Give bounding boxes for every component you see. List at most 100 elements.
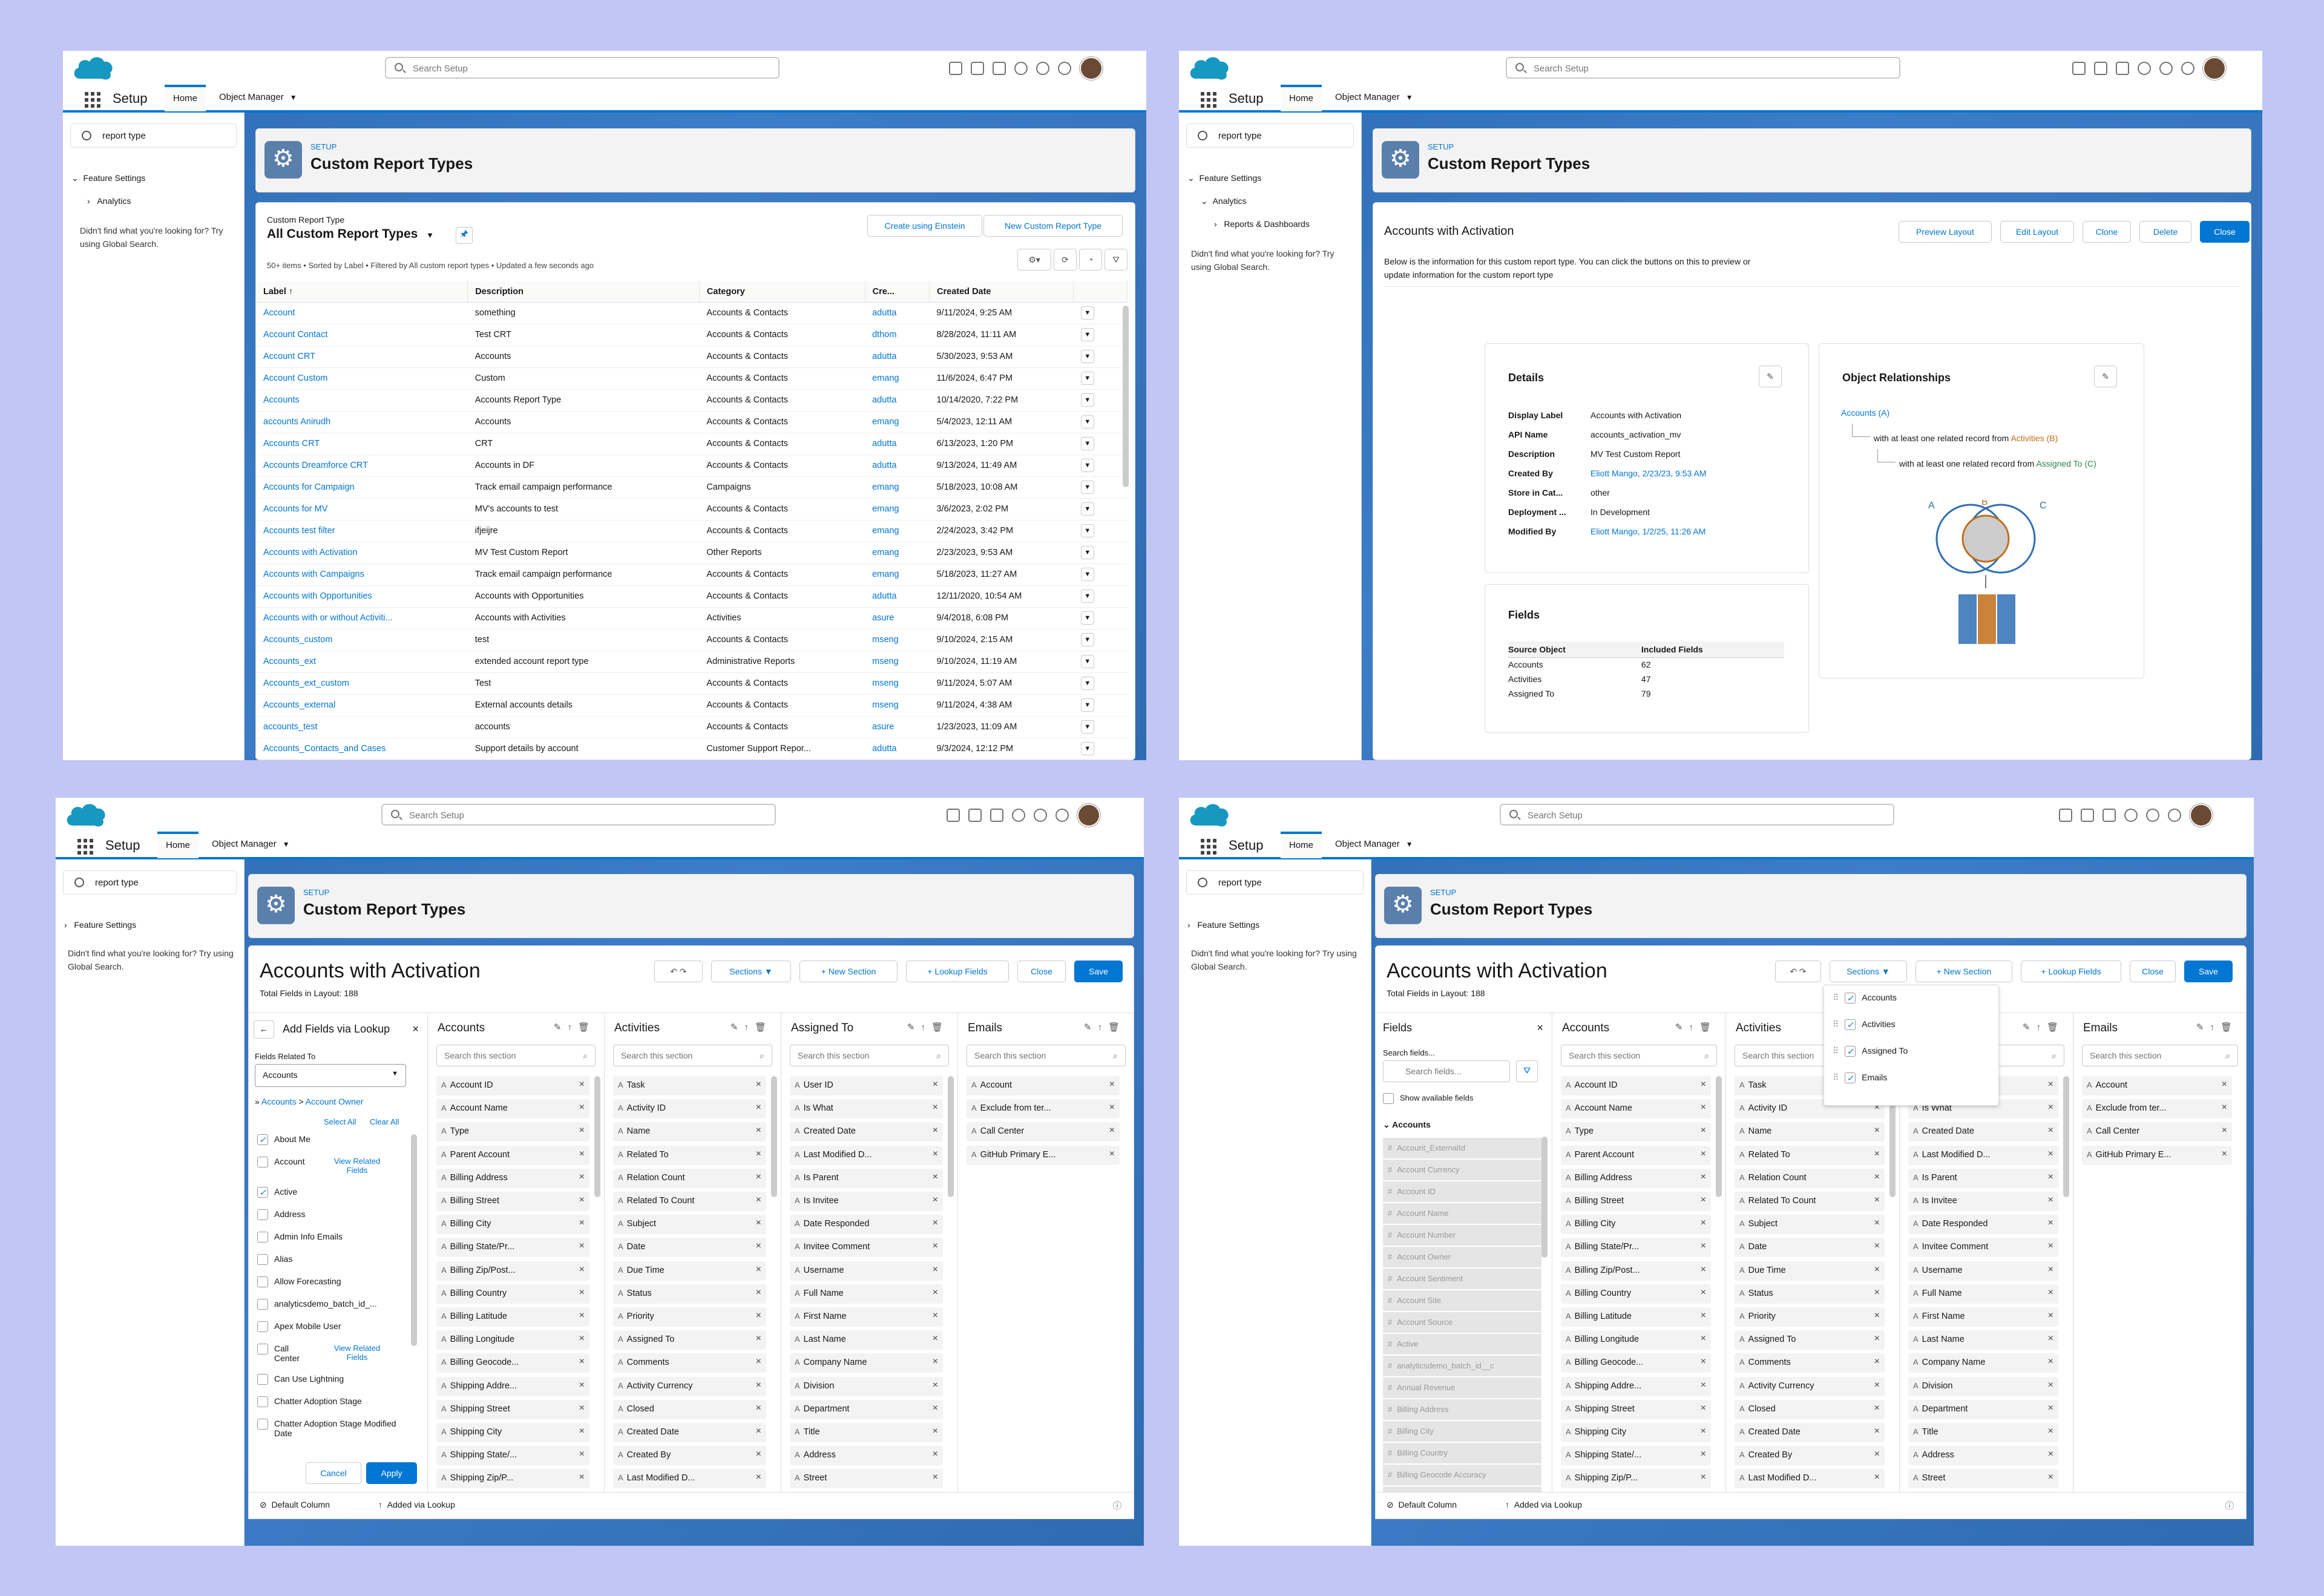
apply-button[interactable]: Apply <box>366 1462 417 1484</box>
remove-icon[interactable]: × <box>933 1102 938 1113</box>
table-cell[interactable]: adutta <box>865 455 930 477</box>
lookup-field-item[interactable]: Admin Info Emails <box>257 1232 409 1254</box>
palette-item[interactable]: # Account_ExternalId <box>1383 1138 1541 1158</box>
field-item[interactable]: A Priority × <box>613 1307 766 1327</box>
field-item[interactable]: A Is Parent × <box>790 1168 943 1188</box>
field-item[interactable]: A Created By × <box>1735 1446 1885 1466</box>
favorites-icon[interactable] <box>949 62 962 75</box>
table-cell[interactable]: emang <box>865 563 930 586</box>
section-actions-icon[interactable]: ✎↑🗑 <box>1675 1022 1717 1033</box>
field-item[interactable]: A Last Name × <box>790 1330 943 1350</box>
global-search[interactable]: Search Setup <box>385 57 780 79</box>
field-item[interactable]: A Account Name × <box>1561 1099 1711 1119</box>
field-item[interactable]: A Billing Address × <box>1561 1168 1711 1188</box>
checkbox[interactable] <box>1845 1046 1856 1057</box>
list-settings-icon[interactable]: ⚙▾ <box>1017 249 1051 271</box>
remove-icon[interactable]: × <box>579 1403 585 1414</box>
table-cell[interactable]: emang <box>865 498 930 521</box>
remove-icon[interactable]: × <box>2048 1403 2053 1414</box>
section-actions-icon[interactable]: ✎↑🗑 <box>730 1022 772 1033</box>
field-item[interactable]: A Relation Count × <box>613 1168 766 1188</box>
add-icon[interactable] <box>971 62 984 75</box>
field-item[interactable]: A First Name × <box>1908 1307 2058 1327</box>
field-item[interactable]: A Call Center × <box>967 1122 1120 1142</box>
row-menu-icon[interactable]: ▼ <box>1080 568 1094 581</box>
remove-icon[interactable]: × <box>1701 1287 1706 1298</box>
field-item[interactable]: A Date Responded × <box>1908 1215 2058 1235</box>
field-item[interactable]: A Billing City × <box>436 1215 589 1235</box>
field-item[interactable]: A Billing Longitude × <box>436 1330 589 1350</box>
field-item[interactable]: A Billing State/Pr... × <box>1561 1238 1711 1258</box>
row-menu-icon[interactable]: ▼ <box>1080 742 1094 755</box>
remove-icon[interactable]: × <box>1874 1310 1880 1321</box>
remove-icon[interactable]: × <box>933 1380 938 1391</box>
relationship-b-link[interactable]: Activities (B) <box>2011 433 2058 443</box>
tab-object-manager[interactable]: Object Manager ▼ <box>1327 832 1422 858</box>
view-related-link[interactable]: View Related Fields <box>324 1344 390 1362</box>
remove-icon[interactable]: × <box>579 1195 585 1206</box>
delete-button[interactable]: Delete <box>2139 221 2191 243</box>
tab-home[interactable]: Home <box>1281 832 1322 858</box>
quick-find-input[interactable]: report type <box>1186 870 1364 895</box>
preview-layout-button[interactable]: Preview Layout <box>1899 221 1992 243</box>
table-cell[interactable]: mseng <box>865 629 930 651</box>
row-menu-icon[interactable]: ▼ <box>1080 720 1094 734</box>
remove-icon[interactable]: × <box>579 1472 585 1483</box>
row-menu-icon[interactable]: ▼ <box>1080 350 1094 363</box>
section-search-input[interactable]: Search this section⌕ <box>2082 1045 2238 1066</box>
checkbox[interactable] <box>257 1321 268 1333</box>
checkbox[interactable] <box>257 1344 268 1355</box>
field-item[interactable]: A Division × <box>1908 1376 2058 1396</box>
lookup-fields-button[interactable]: + Lookup Fields <box>2021 961 2121 982</box>
remove-icon[interactable]: × <box>579 1149 585 1160</box>
app-launcher-icon[interactable] <box>85 92 100 108</box>
row-menu-icon[interactable]: ▼ <box>1080 655 1094 668</box>
view-related-link[interactable]: View Related Fields <box>324 1157 390 1175</box>
field-item[interactable]: A Account ID × <box>1561 1076 1711 1095</box>
table-cell[interactable]: Accounts with Opportunities <box>256 585 468 608</box>
lookup-field-item[interactable]: Apex Mobile User <box>257 1321 409 1344</box>
remove-icon[interactable]: × <box>1874 1172 1880 1183</box>
table-cell[interactable]: Accounts with Campaigns <box>256 563 468 586</box>
scrollbar[interactable] <box>2063 1076 2069 1197</box>
avatar[interactable] <box>2203 57 2226 80</box>
remove-icon[interactable]: × <box>579 1172 585 1183</box>
field-item[interactable]: A Billing State/Pr... × <box>436 1238 589 1258</box>
remove-icon[interactable]: × <box>2048 1102 2053 1113</box>
table-cell[interactable]: Accounts_Contacts_and Cases <box>256 738 468 760</box>
palette-item[interactable]: # Account Source <box>1383 1312 1541 1333</box>
remove-icon[interactable]: × <box>1874 1380 1880 1391</box>
scrollbar[interactable] <box>948 1076 954 1197</box>
remove-icon[interactable]: × <box>756 1264 761 1275</box>
checkbox[interactable] <box>257 1396 268 1408</box>
section-actions-icon[interactable]: ✎↑🗑 <box>1084 1022 1126 1033</box>
help-icon[interactable] <box>1012 809 1025 822</box>
remove-icon[interactable]: × <box>756 1102 761 1113</box>
table-cell[interactable]: emang <box>865 542 930 564</box>
select-all-link[interactable]: Select All <box>324 1117 356 1126</box>
new-section-button[interactable]: + New Section <box>1915 961 2012 982</box>
info-icon[interactable]: ⓘ <box>2225 1500 2234 1512</box>
field-item[interactable]: A Exclude from ter... × <box>2082 1099 2232 1119</box>
checkbox[interactable] <box>257 1232 268 1243</box>
checkbox[interactable] <box>1845 1072 1856 1084</box>
remove-icon[interactable]: × <box>1701 1079 1706 1090</box>
global-search[interactable]: Search Setup <box>1506 57 1900 79</box>
remove-icon[interactable]: × <box>579 1380 585 1391</box>
remove-icon[interactable]: × <box>1874 1149 1880 1160</box>
palette-item[interactable]: # Account Currency <box>1383 1160 1541 1180</box>
field-item[interactable]: A Last Modified D... × <box>613 1469 766 1489</box>
checkbox[interactable] <box>257 1157 268 1168</box>
row-menu-icon[interactable]: ▼ <box>1080 589 1094 603</box>
field-item[interactable]: A Last Modified D... × <box>1735 1469 1885 1489</box>
table-cell[interactable]: Account CRT <box>256 346 468 368</box>
remove-icon[interactable]: × <box>2048 1356 2053 1367</box>
chevron-down-icon[interactable]: ▼ <box>283 840 290 849</box>
field-item[interactable]: A Full Name × <box>1908 1284 2058 1304</box>
remove-icon[interactable]: × <box>756 1403 761 1414</box>
column-header[interactable]: Cre... <box>865 281 930 303</box>
field-item[interactable]: A Created By × <box>613 1446 766 1466</box>
remove-icon[interactable]: × <box>1874 1125 1880 1136</box>
remove-icon[interactable]: × <box>933 1310 938 1321</box>
salesforce-logo[interactable] <box>1187 801 1231 829</box>
